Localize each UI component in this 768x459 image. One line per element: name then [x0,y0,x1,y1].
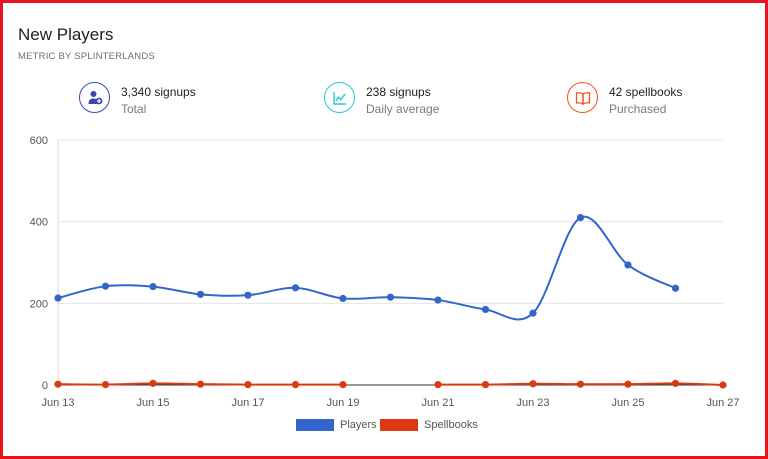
y-tick-label: 600 [30,135,48,147]
players-data-point [339,294,347,303]
legend-swatch [296,419,334,431]
players-data-point [291,284,300,292]
players-data-point [149,282,157,291]
spellbooks-data-point [481,380,490,389]
spellbooks-data-point [671,379,680,387]
players-data-point [54,294,62,302]
legend-swatch [380,419,418,431]
x-tick-label: Jun 25 [611,397,644,409]
spellbooks-data-point [149,379,157,387]
spellbooks-data-point [339,380,347,389]
legend-item-players[interactable]: Players [296,419,377,431]
spellbooks-data-point [244,380,252,389]
spellbooks-data-point [101,380,110,389]
spellbooks-data-point [529,380,537,388]
spellbooks-data-point [576,380,585,388]
legend-label: Spellbooks [424,419,478,431]
players-series-line [57,215,676,321]
players-data-point [101,282,110,290]
spellbooks-data-point [719,381,727,389]
x-tick-label: Jun 23 [516,397,549,409]
players-data-point [529,309,537,317]
spellbooks-data-point [434,380,442,389]
spellbooks-data-point [54,380,62,388]
players-data-point [386,293,395,301]
x-tick-label: Jun 15 [136,397,169,409]
y-tick-label: 400 [30,217,48,229]
line-chart: 0 200 400 600 Jun 13 Jun 15 Jun 17 Jun 19 Jun 21… [30,135,740,409]
players-data-point [434,296,442,304]
players-data-point [576,213,585,222]
x-tick-label: Jun 17 [231,397,264,409]
x-tick-label: Jun 19 [326,397,359,409]
legend-item-spellbooks[interactable]: Spellbooks [380,419,478,431]
players-data-point [671,284,680,292]
x-tick-label: Jun 13 [41,397,74,409]
players-data-point [624,261,632,269]
y-tick-label: 0 [42,380,48,392]
spellbooks-data-point [291,380,300,389]
players-data-point [196,290,205,298]
spellbooks-data-point [624,380,632,388]
x-tick-label: Jun 27 [706,397,739,409]
spellbooks-data-point [196,380,205,388]
players-data-point [481,305,490,314]
players-data-point [244,291,252,299]
y-tick-label: 200 [30,298,48,310]
legend-label: Players [340,419,377,431]
x-tick-label: Jun 21 [421,397,454,409]
